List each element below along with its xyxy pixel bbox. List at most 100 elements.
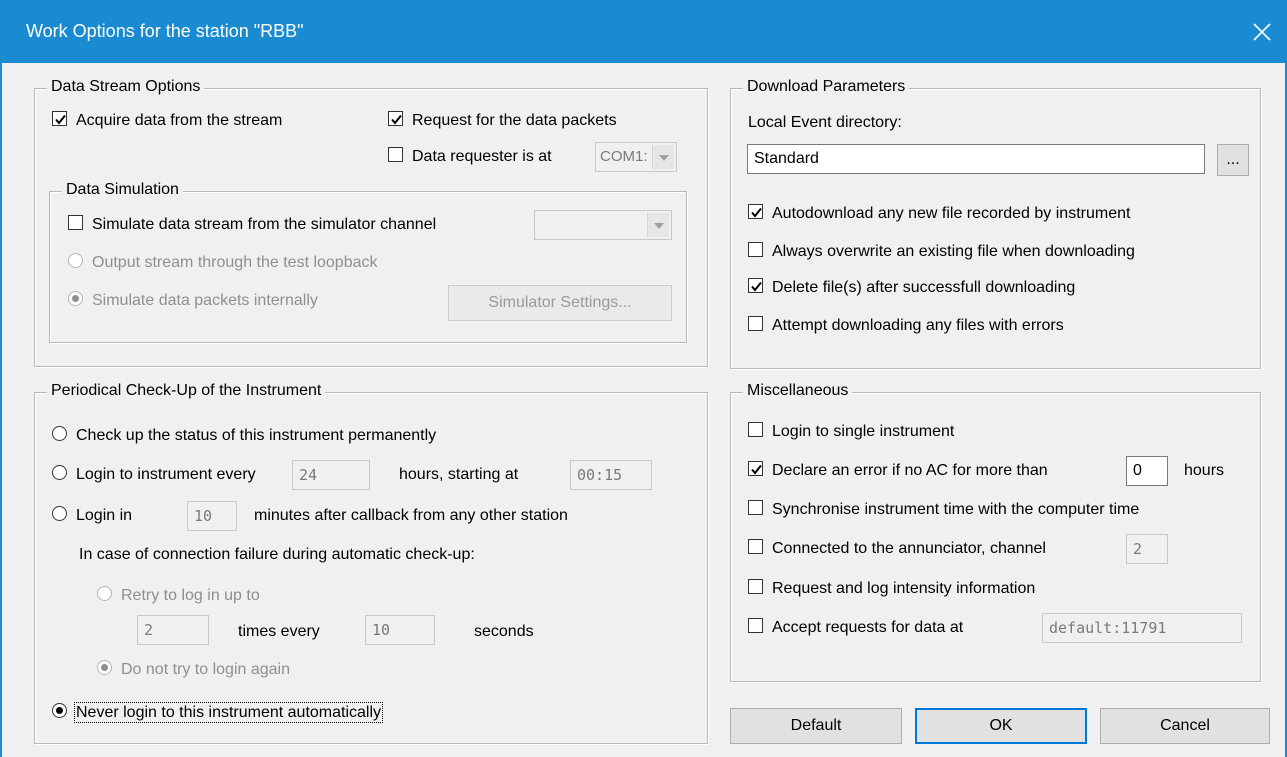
failure-label: In case of connection failure during aut… [79, 546, 475, 563]
data-requester-checkbox[interactable]: Data requester is at [388, 146, 552, 168]
miscellaneous-legend: Miscellaneous [743, 382, 853, 400]
acquire-data-check [52, 111, 67, 127]
intensity-check [748, 579, 763, 595]
simulate-stream-label: Simulate data stream from the simulator … [92, 216, 437, 233]
overwrite-checkbox[interactable]: Always overwrite an existing file when d… [748, 241, 1135, 263]
login-single-checkbox[interactable]: Login to single instrument [748, 421, 954, 443]
delete-files-check [748, 278, 763, 294]
window-border-left [0, 63, 2, 757]
title-bar: Work Options for the station "RBB" [0, 0, 1287, 63]
annunciator-checkbox[interactable]: Connected to the annunciator, channel [748, 538, 1046, 560]
simulate-internal-radio[interactable]: Simulate data packets internally [68, 290, 318, 312]
autodownload-check [748, 204, 763, 220]
requester-port-select[interactable]: COM1: [595, 142, 677, 172]
callback-after-label: minutes after callback from any other st… [254, 507, 568, 524]
retry-dot [97, 586, 112, 602]
attempt-errors-label: Attempt downloading any files with error… [772, 317, 1064, 334]
retry-times-input[interactable]: 2 [137, 615, 209, 645]
acquire-data-label: Acquire data from the stream [76, 112, 283, 129]
accept-address-input[interactable]: default:11791 [1042, 613, 1242, 643]
data-simulation-legend: Data Simulation [62, 181, 183, 199]
miscellaneous-group: Miscellaneous Login to single instrument… [730, 382, 1261, 682]
check-permanent-dot [52, 426, 67, 442]
accept-requests-label: Accept requests for data at [772, 619, 964, 636]
login-every-dot [52, 465, 67, 481]
ac-error-checkbox[interactable]: Declare an error if no AC for more than [748, 460, 1048, 482]
close-button[interactable] [1237, 0, 1287, 63]
output-loopback-label: Output stream through the test loopback [92, 254, 378, 271]
login-single-check [748, 422, 763, 438]
attempt-errors-checkbox[interactable]: Attempt downloading any files with error… [748, 315, 1064, 337]
simulate-stream-check [68, 215, 83, 231]
seconds-label: seconds [474, 623, 534, 640]
login-every-radio[interactable]: Login to instrument every [52, 464, 256, 486]
retry-radio[interactable]: Retry to log in up to [97, 585, 260, 607]
check-permanent-radio[interactable]: Check up the status of this instrument p… [52, 425, 436, 447]
data-requester-check [388, 147, 403, 163]
retry-label: Retry to log in up to [121, 587, 260, 604]
no-retry-dot [97, 660, 112, 676]
request-packets-label: Request for the data packets [412, 112, 617, 129]
no-retry-label: Do not try to login again [121, 661, 290, 678]
retry-seconds-input[interactable]: 10 [365, 615, 435, 645]
data-simulation-group: Data Simulation Simulate data stream fro… [49, 181, 687, 343]
login-callback-label: Login in [76, 507, 133, 524]
intensity-checkbox[interactable]: Request and log intensity information [748, 578, 1035, 600]
never-login-radio[interactable]: Never login to this instrument automatic… [52, 702, 384, 724]
ac-error-check [748, 461, 763, 477]
ac-hours-label: hours [1184, 462, 1225, 479]
intensity-label: Request and log intensity information [772, 580, 1036, 597]
sync-time-checkbox[interactable]: Synchronise instrument time with the com… [748, 499, 1139, 521]
autodownload-checkbox[interactable]: Autodownload any new file recorded by in… [748, 203, 1130, 225]
hours-starting-label: hours, starting at [399, 466, 519, 483]
cancel-button[interactable]: Cancel [1100, 708, 1270, 744]
requester-port-value: COM1: [600, 148, 648, 165]
data-requester-label: Data requester is at [412, 148, 552, 165]
chevron-down-icon [652, 145, 674, 169]
data-stream-options-group: Data Stream Options Acquire data from th… [34, 78, 708, 367]
close-icon [1253, 23, 1271, 41]
login-callback-dot [52, 506, 67, 522]
simulator-channel-select[interactable] [534, 210, 672, 240]
delete-files-checkbox[interactable]: Delete file(s) after successfull downloa… [748, 277, 1075, 299]
simulate-internal-label: Simulate data packets internally [92, 292, 318, 309]
chevron-down-icon [647, 213, 669, 237]
request-packets-check [388, 111, 403, 127]
simulator-settings-button[interactable]: Simulator Settings... [448, 285, 672, 321]
request-packets-checkbox[interactable]: Request for the data packets [388, 110, 617, 132]
acquire-data-checkbox[interactable]: Acquire data from the stream [52, 110, 282, 132]
ok-button[interactable]: OK [915, 708, 1087, 744]
download-parameters-legend: Download Parameters [743, 78, 910, 96]
annunciator-check [748, 539, 763, 555]
periodical-checkup-group: Periodical Check-Up of the Instrument Ch… [34, 382, 708, 744]
no-retry-radio[interactable]: Do not try to login again [97, 659, 290, 681]
periodical-checkup-legend: Periodical Check-Up of the Instrument [47, 382, 326, 400]
accept-requests-checkbox[interactable]: Accept requests for data at [748, 617, 963, 639]
attempt-errors-check [748, 316, 763, 332]
default-button[interactable]: Default [730, 708, 902, 744]
login-callback-radio[interactable]: Login in [52, 505, 132, 527]
login-single-label: Login to single instrument [772, 423, 955, 440]
times-every-label: times every [238, 623, 320, 640]
local-event-dir-input[interactable]: Standard [747, 144, 1205, 174]
simulate-internal-dot [68, 291, 83, 307]
local-event-dir-label: Local Event directory: [748, 114, 902, 131]
data-stream-options-legend: Data Stream Options [47, 78, 205, 96]
sync-time-label: Synchronise instrument time with the com… [772, 501, 1140, 518]
login-every-hours-input[interactable]: 24 [292, 460, 370, 490]
annunciator-label: Connected to the annunciator, channel [772, 540, 1046, 557]
ac-error-hours-input[interactable]: 0 [1126, 456, 1168, 486]
ac-error-label: Declare an error if no AC for more than [772, 462, 1048, 479]
annunciator-channel-input[interactable]: 2 [1126, 534, 1168, 564]
browse-button[interactable]: ... [1217, 144, 1249, 176]
accept-requests-check [748, 618, 763, 634]
never-login-dot [52, 703, 67, 719]
output-loopback-dot [68, 253, 83, 269]
login-start-time-input[interactable]: 00:15 [570, 460, 652, 490]
callback-minutes-input[interactable]: 10 [187, 501, 237, 531]
download-parameters-group: Download Parameters Local Event director… [730, 78, 1261, 369]
simulate-stream-checkbox[interactable]: Simulate data stream from the simulator … [68, 214, 436, 236]
window-title: Work Options for the station "RBB" [26, 21, 304, 41]
login-every-label: Login to instrument every [76, 466, 256, 483]
output-loopback-radio[interactable]: Output stream through the test loopback [68, 252, 378, 274]
